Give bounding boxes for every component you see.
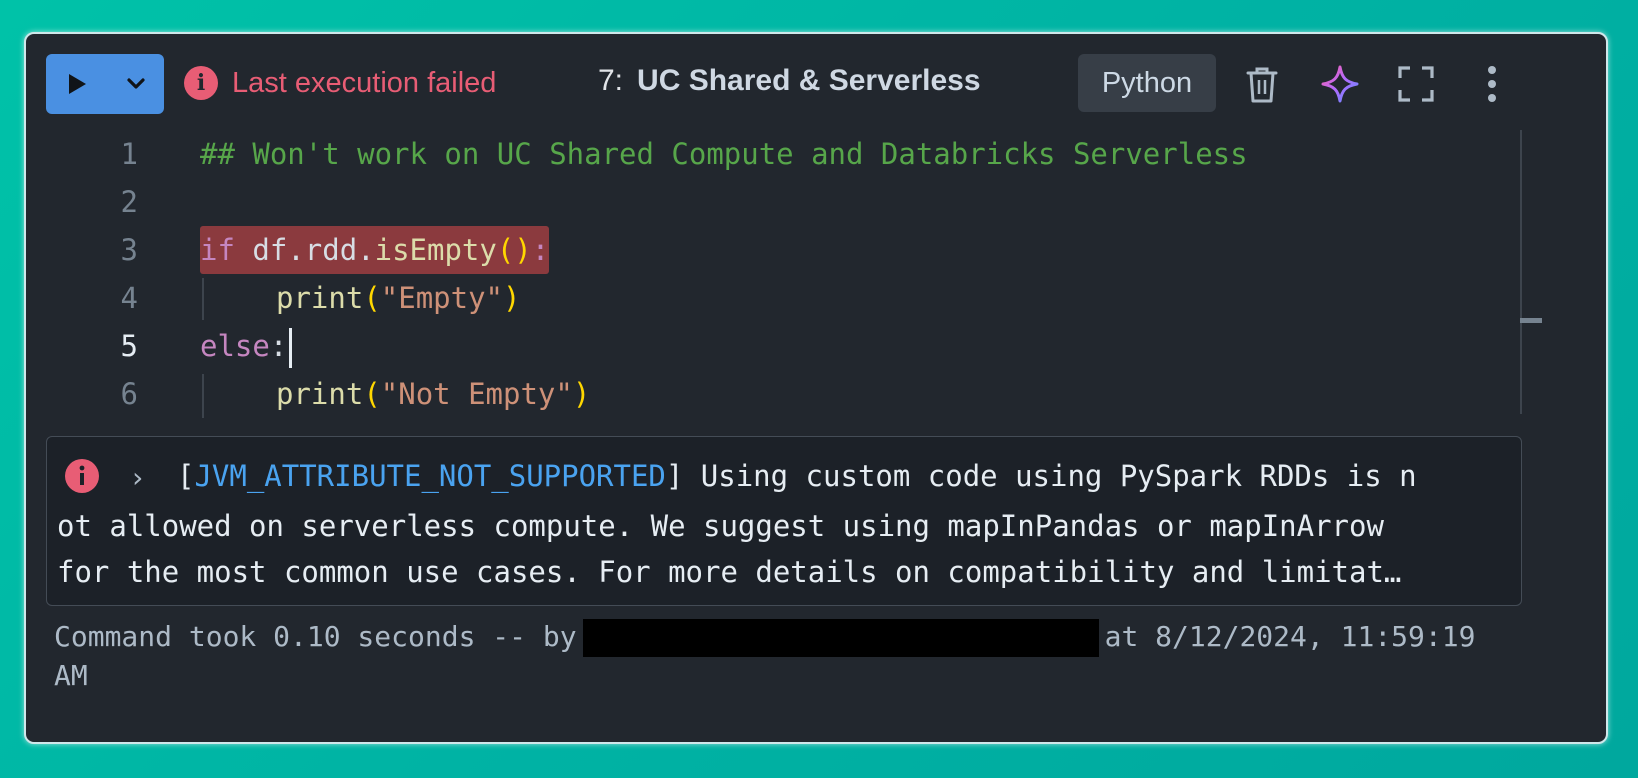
line-number: 6 [120,377,138,411]
colon: : [269,329,288,363]
error-highlight: if df.rdd.isEmpty(): [200,226,550,274]
command-timestamp: at 8/12/2024, 11:59:19 [1104,620,1476,653]
code-line: 2 [26,178,1566,226]
line-number: 2 [120,185,138,219]
string-literal: "Empty" [380,281,503,315]
editor-scrollbar-thumb[interactable] [1520,318,1542,323]
text-cursor [289,328,293,368]
error-output: › [JVM_ATTRIBUTE_NOT_SUPPORTED] Using cu… [46,436,1522,606]
command-duration: Command took 0.10 seconds -- by [54,620,577,653]
line-number: 4 [120,281,138,315]
run-button-group [46,54,164,114]
paren-close: ) [503,281,521,315]
colon: : [531,233,550,267]
notebook-cell: i Last execution failed 7: UC Shared & S… [24,32,1608,744]
error-code-link[interactable]: JVM_ATTRIBUTE_NOT_SUPPORTED [194,459,665,493]
parens: () [496,233,532,267]
code-text: else: [200,322,293,370]
fullscreen-icon [1398,66,1434,102]
play-icon [69,74,86,94]
editor-scrollbar-track[interactable] [1520,130,1522,414]
line-number: 3 [120,233,138,267]
cell-menu-button[interactable] [1464,56,1520,112]
keyword-if: if [200,233,235,267]
code-line-active: 5 else: [26,322,1566,370]
redacted-user [582,619,1099,657]
code-line: 4 print("Empty") [26,274,1566,322]
paren-open: ( [363,281,381,315]
error-message-text: Using custom code using PySpark RDDs is … [683,459,1417,493]
line-number: 1 [120,137,138,171]
chevron-down-icon [127,78,145,89]
command-timestamp-suffix: AM [54,659,88,692]
code-comment: ## Won't work on UC Shared Compute and D… [200,137,1248,171]
trash-icon [1246,67,1278,103]
function-name: isEmpty [374,233,497,267]
function-name: print [276,281,364,315]
assistant-button[interactable] [1312,56,1368,112]
function-name: print [276,377,364,411]
string-literal: "Not Empty" [380,377,573,411]
paren-open: ( [363,377,381,411]
sparkle-icon [1321,65,1359,103]
error-message-line: [JVM_ATTRIBUTE_NOT_SUPPORTED] Using cust… [177,459,1417,493]
paren-close: ) [572,377,591,411]
command-info: Command took 0.10 seconds -- by at 8/12/2… [54,618,1475,695]
error-icon [65,459,99,493]
error-icon: i [184,66,218,100]
error-message-line: ot allowed on serverless compute. We sug… [57,509,1384,543]
cell-number: 7: [598,64,624,97]
keyword-else: else [200,329,270,363]
execution-status: i Last execution failed [184,66,496,100]
cell-title[interactable]: 7: UC Shared & Serverless [598,64,981,98]
code-text: print("Not Empty") [276,370,590,418]
code-text: print("Empty") [276,274,520,322]
expand-chevron-icon[interactable]: › [129,461,146,494]
fullscreen-button[interactable] [1388,56,1444,112]
code-line: 6 print("Not Empty") [26,370,1566,418]
indent-guide [202,278,204,320]
indent-guide [202,374,204,418]
error-message-line: for the most common use cases. For more … [57,555,1402,589]
status-text: Last execution failed [232,66,497,99]
code-line: 3 if df.rdd.isEmpty(): [26,226,1566,274]
cell-title-text: UC Shared & Serverless [637,64,981,97]
code-line: 1 ## Won't work on UC Shared Compute and… [26,130,1566,178]
run-options-dropdown[interactable] [108,54,164,114]
run-cell-button[interactable] [46,54,108,114]
kebab-menu-icon [1488,66,1496,102]
language-selector[interactable]: Python [1078,54,1216,112]
code-editor[interactable]: 1 ## Won't work on UC Shared Compute and… [26,130,1566,430]
delete-cell-button[interactable] [1234,56,1290,112]
line-number: 5 [120,329,138,363]
identifier: df.rdd. [252,233,375,267]
